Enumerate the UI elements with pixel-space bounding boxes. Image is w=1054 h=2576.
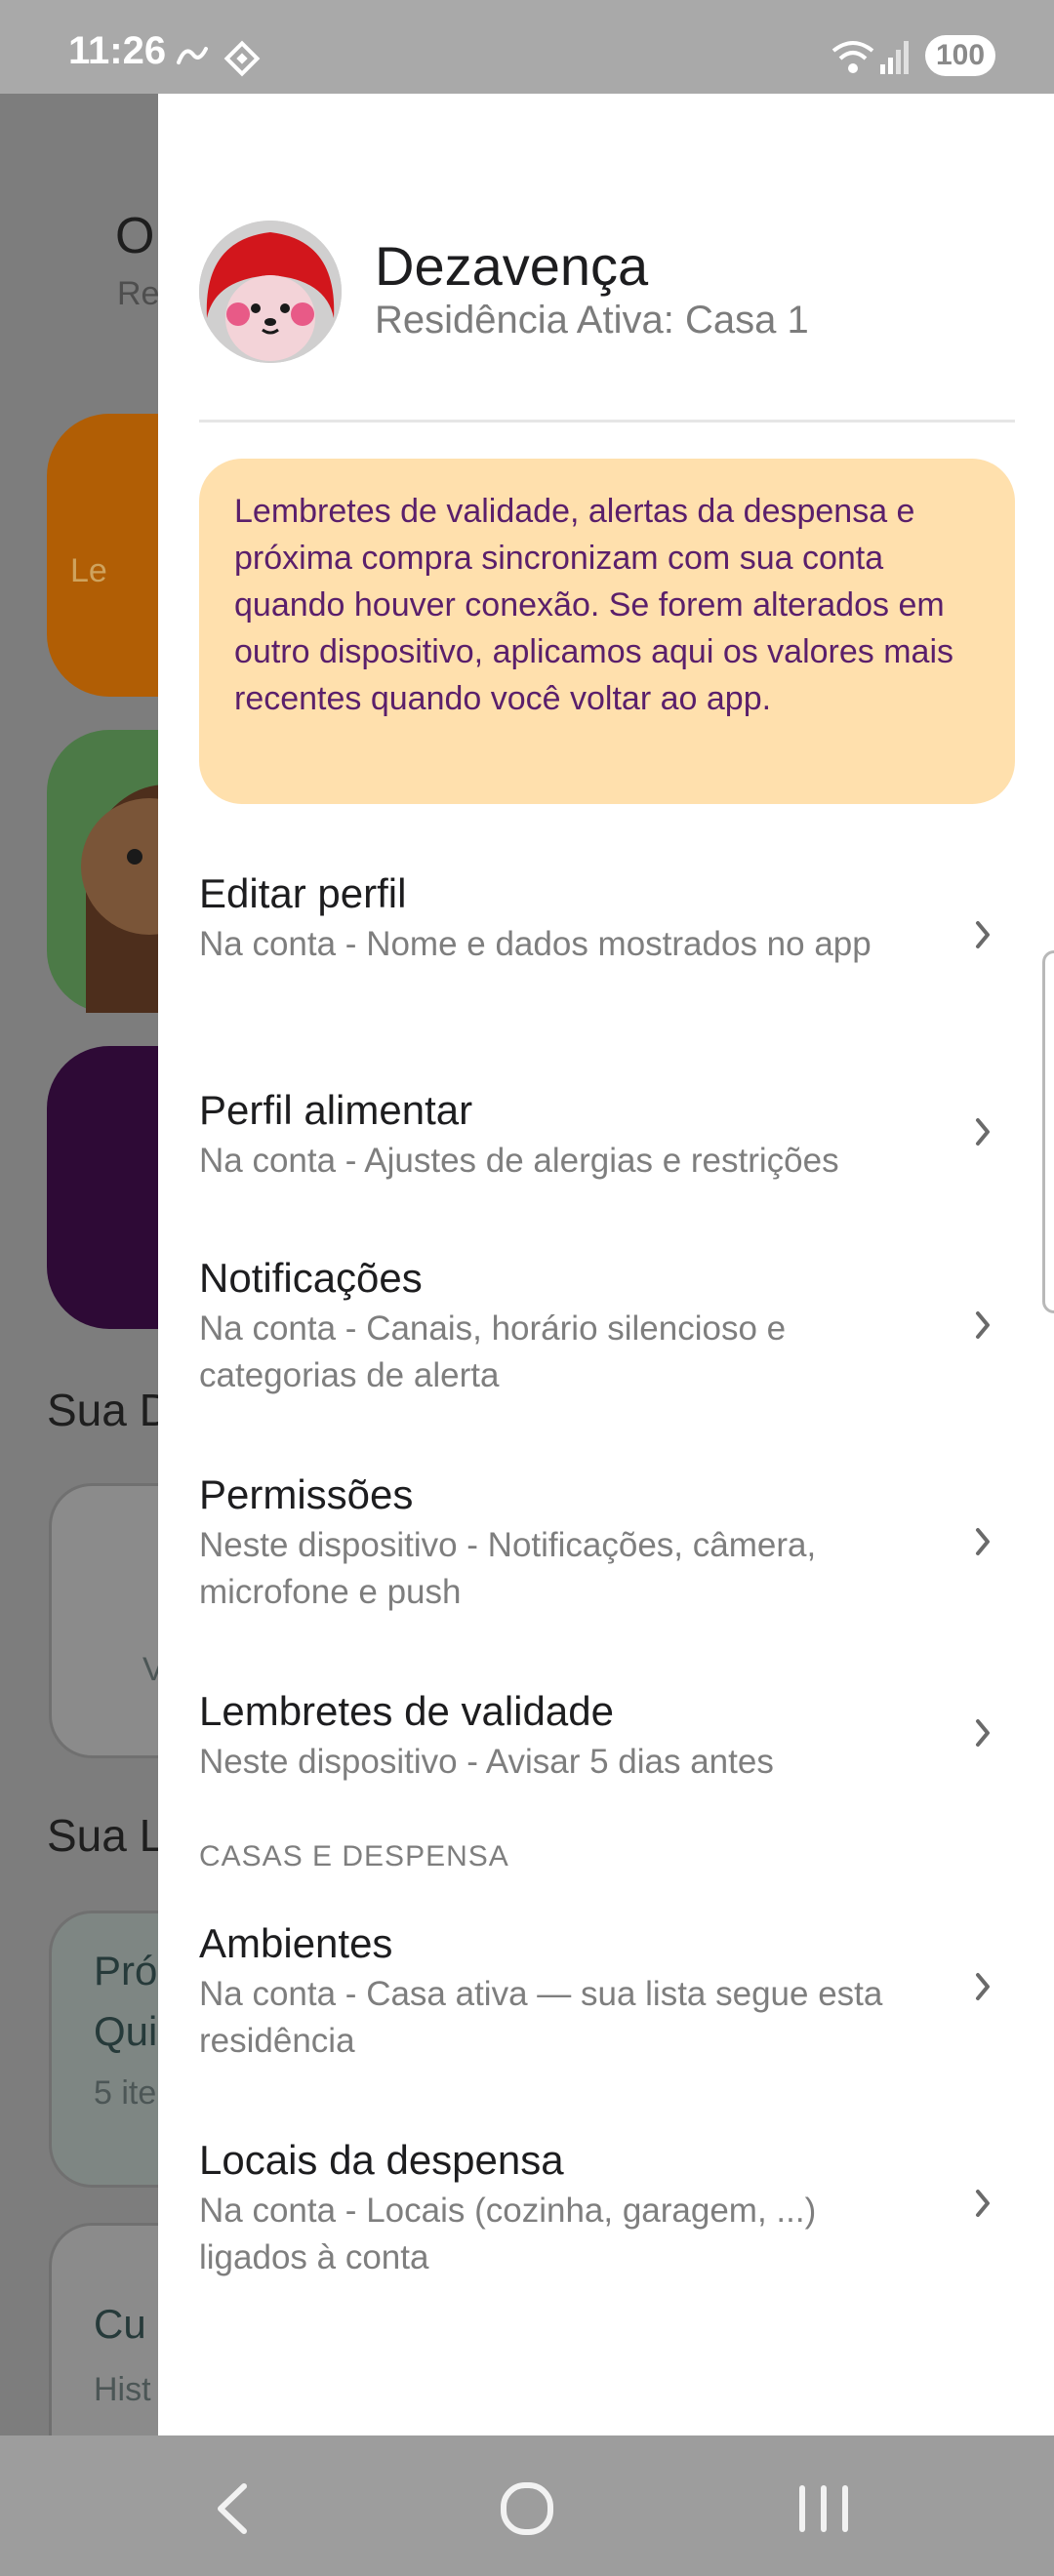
- link-icon: [177, 47, 208, 64]
- menu-item-subtitle: Na conta - Canais, horário silencioso e …: [199, 1309, 787, 1394]
- menu-item-title: Notificações: [199, 1255, 423, 1301]
- menu-item-title: Editar perfil: [199, 870, 407, 916]
- background-history-title: Cu: [94, 2301, 146, 2347]
- battery-icon: 100: [925, 35, 995, 76]
- background-subtitle: Re: [117, 275, 160, 312]
- menu-item-title: Permissões: [199, 1471, 414, 1517]
- navigation-drawer: Dezavença Residência Ativa: Casa 1 Lembr…: [158, 94, 1054, 2435]
- background-title: O: [115, 208, 155, 264]
- menu-item-title: Lembretes de validade: [199, 1688, 614, 1734]
- recents-icon[interactable]: [785, 2475, 863, 2543]
- menu-item-title: Perfil alimentar: [199, 1087, 473, 1133]
- chevron-right-icon: [976, 1311, 990, 1339]
- system-navigation-bar: [0, 2435, 1054, 2576]
- background-card-text: Le: [70, 552, 107, 589]
- menu-item-editar-perfil[interactable]: Editar perfil Na conta - Nome e dados mo…: [158, 870, 1054, 1017]
- menu-item-permissoes[interactable]: Permissões Neste dispositivo - Notificaç…: [158, 1471, 1054, 1618]
- background-list-count: 5 ite: [94, 2074, 157, 2112]
- menu-item-subtitle: Na conta - Nome e dados mostrados no app: [199, 925, 872, 963]
- menu-item-ambientes[interactable]: Ambientes Na conta - Casa ativa — sua li…: [158, 1920, 1054, 2067]
- menu-item-title: Locais da despensa: [199, 2137, 564, 2183]
- section-label-casas-despensa: CASAS E DESPENSA: [199, 1840, 509, 1872]
- active-residence: Residência Ativa: Casa 1: [375, 299, 809, 342]
- menu-item-subtitle: Neste dispositivo - Notificações, câmera…: [199, 1526, 817, 1611]
- menu-item-subtitle: Na conta - Ajustes de alergias e restriç…: [199, 1142, 839, 1180]
- background-list-heading: Sua L: [47, 1810, 165, 1861]
- chevron-right-icon: [976, 1528, 990, 1555]
- diamond-icon: [223, 40, 261, 77]
- divider: [199, 420, 1015, 423]
- scroll-handle[interactable]: [1042, 950, 1054, 1313]
- status-time: 11:26: [68, 29, 167, 72]
- avatar-image-icon: [199, 221, 342, 363]
- menu-item-subtitle: Neste dispositivo - Avisar 5 dias antes: [199, 1743, 774, 1781]
- background-section-heading: Sua D: [47, 1385, 172, 1435]
- menu-item-notificacoes[interactable]: Notificações Na conta - Canais, horário …: [158, 1255, 1054, 1401]
- avatar[interactable]: [199, 221, 342, 363]
- menu-item-title: Ambientes: [199, 1920, 393, 1966]
- user-name: Dezavença: [375, 235, 649, 297]
- chevron-right-icon: [976, 1719, 990, 1747]
- back-icon[interactable]: [195, 2475, 273, 2543]
- menu-item-perfil-alimentar[interactable]: Perfil alimentar Na conta - Ajustes de a…: [158, 1087, 1054, 1194]
- menu-item-locais-despensa[interactable]: Locais da despensa Na conta - Locais (co…: [158, 2137, 1054, 2283]
- status-bar: 11:26 100: [0, 0, 1054, 94]
- background-history-sub: Hist: [94, 2371, 151, 2408]
- menu-item-subtitle: Na conta - Casa ativa — sua lista segue …: [199, 1975, 883, 2060]
- background-list-sub: Qui: [94, 2008, 158, 2054]
- chevron-right-icon: [976, 921, 990, 948]
- chevron-right-icon: [976, 2190, 990, 2217]
- chevron-right-icon: [976, 1118, 990, 1146]
- home-icon[interactable]: [488, 2475, 566, 2543]
- sync-info-banner: Lembretes de validade, alertas da despen…: [199, 459, 1015, 804]
- menu-item-subtitle: Na conta - Locais (cozinha, garagem, ...…: [199, 2192, 817, 2276]
- signal-icon: [880, 41, 909, 74]
- background-list-title: Pró: [94, 1948, 158, 1993]
- wifi-icon: [831, 41, 874, 73]
- chevron-right-icon: [976, 1973, 990, 2000]
- menu-item-lembretes-validade[interactable]: Lembretes de validade Neste dispositivo …: [158, 1688, 1054, 1795]
